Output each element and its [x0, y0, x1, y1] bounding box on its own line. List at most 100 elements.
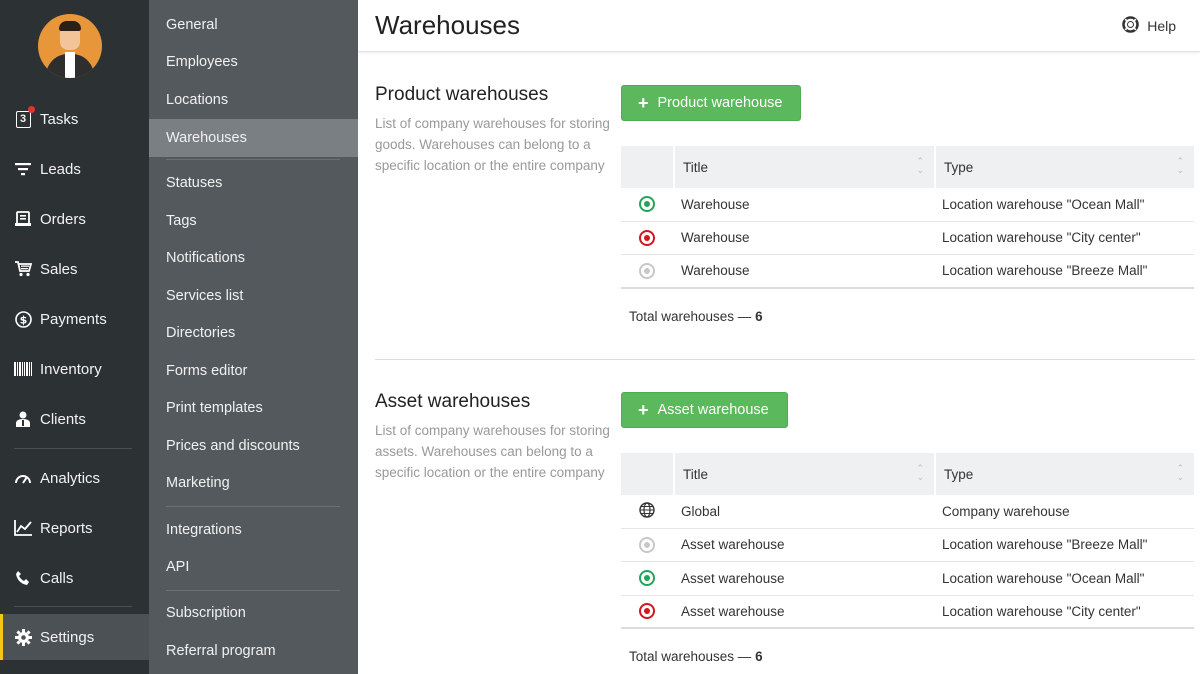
asset-warehouses-table: Title ⌃ ⌄ Type ⌃ ⌄ Global Company warehouse … [621, 453, 1194, 629]
help-button[interactable]: Help [1122, 16, 1176, 36]
warehouse-title: Warehouse [681, 263, 750, 279]
warehouse-type: Company warehouse [942, 503, 1070, 519]
subnav-item-warehouses[interactable]: Warehouses [149, 119, 358, 157]
nav-item-label: Sales [40, 260, 78, 278]
subnav-item-referral-program[interactable]: Referral program [149, 633, 358, 669]
avatar[interactable] [38, 14, 102, 78]
status-active-icon [639, 196, 655, 213]
nav-item-label: Settings [40, 628, 95, 646]
subnav-item-services-list[interactable]: Services list [149, 278, 358, 314]
main-sidebar: 3 Tasks Leads Orders Sales $ Payments In… [0, 0, 149, 674]
cart-icon [14, 260, 32, 278]
nav-item-reports[interactable]: Reports [0, 508, 149, 548]
nav-item-label: Calls [40, 569, 74, 587]
tasks-icon: 3 [14, 106, 35, 128]
nav-item-inventory[interactable]: Inventory [0, 349, 149, 389]
subnav-item-statuses[interactable]: Statuses [149, 165, 358, 201]
sort-icon[interactable]: ⌃ ⌄ [916, 157, 924, 175]
gear-icon [14, 628, 32, 646]
nav-item-analytics[interactable]: Analytics [0, 458, 149, 498]
nav-item-label: Orders [40, 210, 86, 228]
status-active-icon [639, 570, 655, 587]
subnav-item-api[interactable]: API [149, 549, 358, 585]
add-asset-warehouse-button[interactable]: + Asset warehouse [621, 392, 788, 428]
gauge-icon [14, 469, 32, 487]
subnav-item-general[interactable]: General [149, 7, 358, 43]
status-inactive-icon [639, 229, 655, 246]
table-row[interactable]: Global Company warehouse [621, 495, 1194, 529]
plus-icon: + [638, 400, 649, 420]
sort-icon[interactable]: ⌃ ⌄ [1176, 464, 1184, 482]
nav-item-settings[interactable]: Settings [0, 614, 149, 660]
nav-item-label: Analytics [40, 469, 101, 487]
sort-icon[interactable]: ⌃ ⌄ [1176, 157, 1184, 175]
table-row[interactable]: Asset warehouse Location warehouse "Bree… [621, 529, 1194, 562]
warehouse-title: Warehouse [681, 230, 750, 246]
barcode-icon [14, 360, 32, 378]
nav-divider [14, 448, 132, 449]
nav-item-label: Reports [40, 519, 93, 537]
subnav-item-employees[interactable]: Employees [149, 44, 358, 80]
subnav-item-marketing[interactable]: Marketing [149, 465, 358, 501]
lifebuoy-icon [1122, 16, 1140, 36]
add-button-label: Product warehouse [657, 95, 783, 111]
subnav-item-locations[interactable]: Locations [149, 82, 358, 118]
asset-warehouses-description: List of company warehouses for storing a… [375, 423, 610, 480]
nav-item-sales[interactable]: Sales [0, 249, 149, 289]
warehouse-title: Warehouse [681, 196, 750, 212]
nav-item-clients[interactable]: Clients [0, 399, 149, 439]
client-icon [14, 410, 32, 428]
warehouse-type: Location warehouse "Ocean Mall" [942, 196, 1145, 212]
page-header: Warehouses Help [358, 0, 1200, 52]
table-row[interactable]: Warehouse Location warehouse "City cente… [621, 222, 1194, 255]
warehouse-title: Asset warehouse [681, 537, 785, 553]
product-warehouses-title: Product warehouses [375, 84, 549, 105]
nav-item-tasks[interactable]: 3 Tasks [0, 99, 149, 139]
table-row[interactable]: Asset warehouse Location warehouse "City… [621, 596, 1194, 629]
nav-item-label: Leads [40, 160, 81, 178]
filter-icon [14, 160, 32, 178]
subnav-item-directories[interactable]: Directories [149, 315, 358, 351]
status-inactive-icon [639, 603, 655, 620]
nav-item-leads[interactable]: Leads [0, 149, 149, 189]
svg-text:$: $ [19, 313, 27, 326]
column-header-type[interactable]: Type ⌃ ⌄ [934, 146, 1194, 188]
subnav-item-subscription[interactable]: Subscription [149, 595, 358, 631]
table-row[interactable]: Asset warehouse Location warehouse "Ocea… [621, 562, 1194, 596]
plus-icon: + [638, 93, 649, 113]
subnav-item-integrations[interactable]: Integrations [149, 512, 358, 548]
column-header-type[interactable]: Type ⌃ ⌄ [934, 453, 1194, 495]
phone-icon [14, 569, 32, 587]
subnav-item-prices-and-discounts[interactable]: Prices and discounts [149, 428, 358, 464]
sort-icon[interactable]: ⌃ ⌄ [916, 464, 924, 482]
warehouse-type: Location warehouse "City center" [942, 603, 1141, 619]
nav-item-label: Clients [40, 410, 86, 428]
nav-item-calls[interactable]: Calls [0, 558, 149, 598]
product-warehouses-description: List of company warehouses for storing g… [375, 116, 610, 173]
product-warehouses-table: Title ⌃ ⌄ Type ⌃ ⌄ Warehouse Location wareho… [621, 146, 1194, 289]
globe-icon [639, 502, 655, 521]
subnav-item-tags[interactable]: Tags [149, 203, 358, 239]
warehouse-type: Location warehouse "Ocean Mall" [942, 570, 1145, 586]
table-row[interactable]: Warehouse Location warehouse "Breeze Mal… [621, 255, 1194, 289]
nav-divider [14, 606, 132, 607]
chart-icon [14, 519, 32, 537]
subnav-divider [166, 159, 340, 160]
subnav-item-notifications[interactable]: Notifications [149, 240, 358, 276]
add-button-label: Asset warehouse [657, 402, 769, 418]
warehouse-type: Location warehouse "City center" [942, 230, 1141, 246]
subnav-item-print-templates[interactable]: Print templates [149, 390, 358, 426]
dollar-icon: $ [14, 310, 32, 328]
add-product-warehouse-button[interactable]: + Product warehouse [621, 85, 802, 121]
status-disabled-icon [639, 536, 655, 553]
settings-sidebar: General Employees Locations Warehouses S… [149, 0, 358, 674]
warehouse-type: Location warehouse "Breeze Mall" [942, 263, 1148, 279]
column-header-title[interactable]: Title ⌃ ⌄ [673, 453, 934, 495]
subnav-divider [166, 590, 340, 591]
warehouse-type: Location warehouse "Breeze Mall" [942, 537, 1148, 553]
table-row[interactable]: Warehouse Location warehouse "Ocean Mall… [621, 188, 1194, 222]
nav-item-orders[interactable]: Orders [0, 199, 149, 239]
nav-item-payments[interactable]: $ Payments [0, 299, 149, 339]
subnav-item-forms-editor[interactable]: Forms editor [149, 353, 358, 389]
column-header-title[interactable]: Title ⌃ ⌄ [673, 146, 934, 188]
